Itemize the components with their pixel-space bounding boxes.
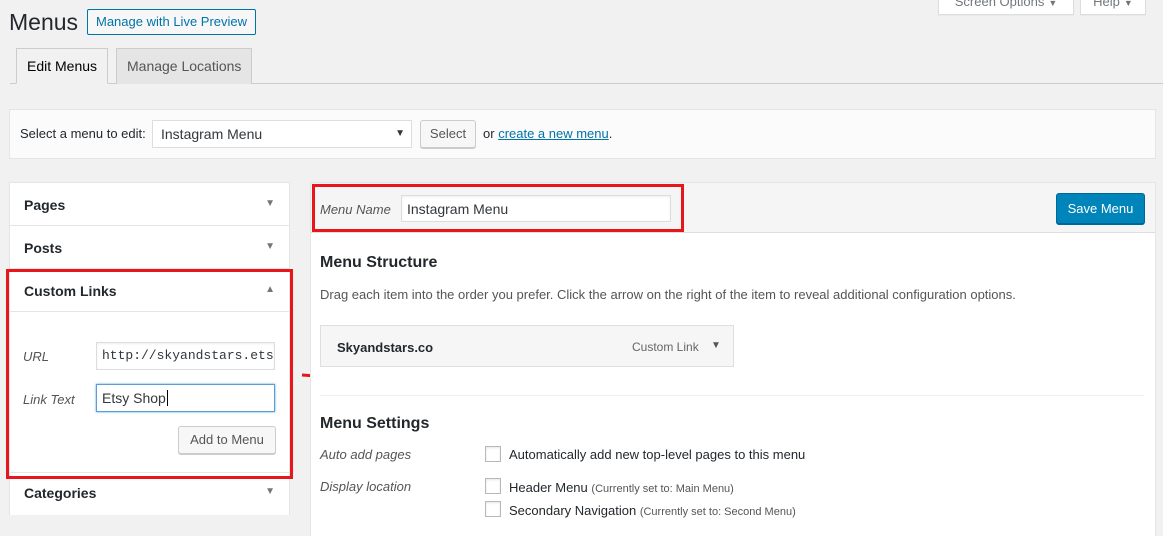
accordion-posts-title: Posts xyxy=(24,240,63,256)
header-menu-option: Header Menu (Currently set to: Main Menu… xyxy=(509,480,734,495)
header-menu-note: (Currently set to: Main Menu) xyxy=(591,483,734,495)
menu-select-value: Instagram Menu xyxy=(161,126,263,142)
screen-options-label: Screen Options xyxy=(954,0,1045,9)
menu-structure-title: Menu Structure xyxy=(320,254,438,271)
highlight-menu-name xyxy=(312,184,684,232)
menu-settings-title: Menu Settings xyxy=(320,415,430,432)
menu-item-type: Custom Link xyxy=(632,340,699,354)
secondary-navigation-option: Secondary Navigation (Currently set to: … xyxy=(509,503,796,518)
caret-down-icon: ▼ xyxy=(1123,0,1133,8)
tab-edit-menus[interactable]: Edit Menus xyxy=(16,48,109,84)
help-button[interactable]: Help ▼ xyxy=(1080,0,1146,15)
header-menu-label: Header Menu xyxy=(509,480,588,495)
dropdown-arrow-icon: ▼ xyxy=(395,128,405,139)
triangle-down-icon: ▼ xyxy=(265,241,275,252)
accordion-categories-title: Categories xyxy=(24,485,97,501)
menu-select-dropdown[interactable]: Instagram Menu ▼ xyxy=(152,120,412,148)
settings-divider xyxy=(320,395,1144,396)
menu-item-title: Skyandstars.co xyxy=(337,340,434,355)
accordion-pages-title: Pages xyxy=(24,197,66,213)
secondary-navigation-checkbox[interactable] xyxy=(485,501,501,517)
auto-add-option-label: Automatically add new top-level pages to… xyxy=(509,447,806,462)
header-menu-checkbox[interactable] xyxy=(485,478,501,494)
screen-options-button[interactable]: Screen Options ▼ xyxy=(938,0,1074,15)
caret-down-icon: ▼ xyxy=(1048,0,1058,8)
accordion-pages[interactable]: Pages ▼ xyxy=(10,183,289,226)
highlight-custom-links xyxy=(6,269,293,479)
create-menu-text: or create a new menu. xyxy=(483,126,612,141)
or-text: or xyxy=(483,126,495,141)
auto-add-pages-label: Auto add pages xyxy=(320,447,412,462)
triangle-down-icon: ▼ xyxy=(265,198,275,209)
accordion-posts[interactable]: Posts ▼ xyxy=(10,226,289,269)
menu-structure-description: Drag each item into the order you prefer… xyxy=(320,287,1016,302)
triangle-down-icon: ▼ xyxy=(265,486,275,497)
secondary-navigation-label: Secondary Navigation xyxy=(509,503,637,518)
period-text: . xyxy=(608,126,613,141)
auto-add-checkbox[interactable] xyxy=(485,446,501,462)
display-location-label: Display location xyxy=(320,479,412,494)
page-title: Menus xyxy=(9,9,79,35)
tab-manage-locations[interactable]: Manage Locations xyxy=(116,48,253,84)
help-label: Help xyxy=(1093,0,1120,9)
save-menu-button[interactable]: Save Menu xyxy=(1056,193,1145,224)
create-new-menu-link[interactable]: create a new menu xyxy=(498,126,609,141)
manage-live-preview-button[interactable]: Manage with Live Preview xyxy=(87,9,257,35)
select-button[interactable]: Select xyxy=(420,120,476,148)
secondary-navigation-note: (Currently set to: Second Menu) xyxy=(639,506,796,518)
select-menu-label: Select a menu to edit: xyxy=(20,126,146,141)
menu-item-expand-icon[interactable]: ▼ xyxy=(711,340,721,351)
